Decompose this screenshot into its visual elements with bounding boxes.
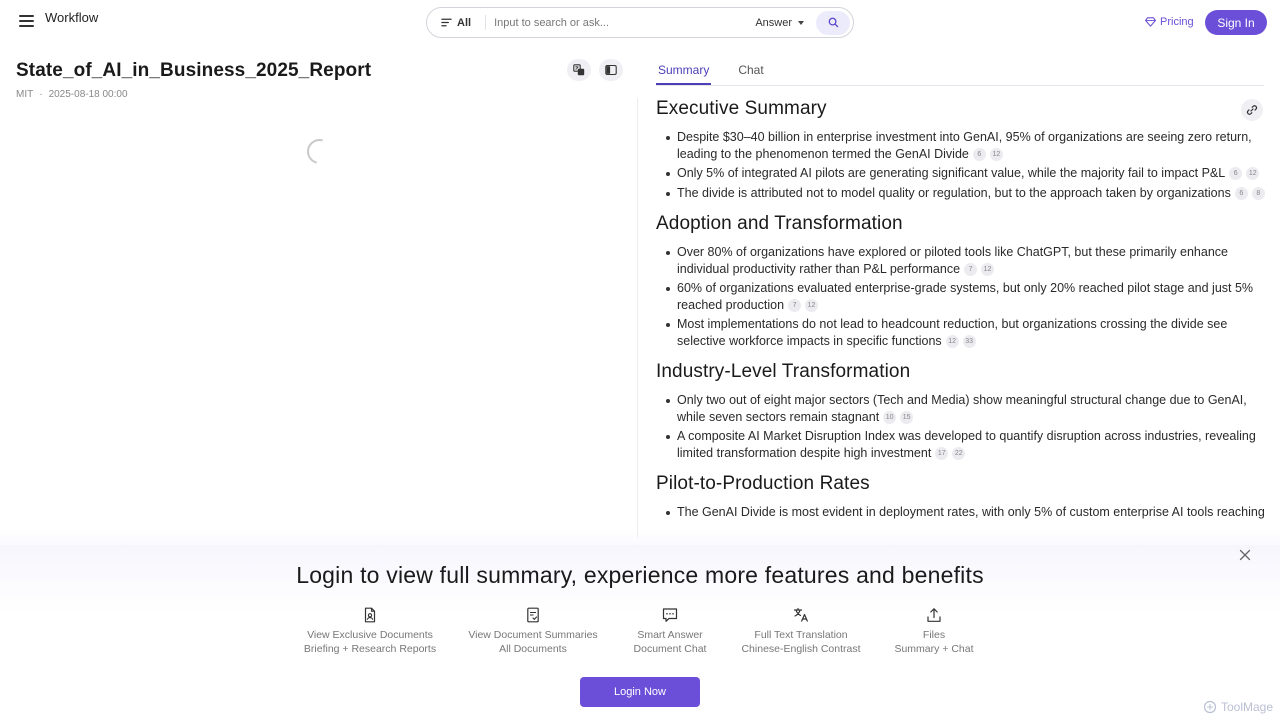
bullet-list: Over 80% of organizations have explored … [656, 244, 1266, 349]
caret-down-icon [798, 20, 804, 25]
feature-title: Files [922, 629, 946, 641]
bullet-text: The divide is attributed not to model qu… [677, 185, 1231, 200]
feature-item: View Document Summaries All Documents [453, 607, 613, 656]
list-item: Despite $30–40 billion in enterprise inv… [656, 129, 1266, 162]
layout-toggle-button[interactable] [599, 59, 623, 81]
meta-separator: · [39, 89, 43, 100]
search-scope-selector[interactable]: All [427, 15, 487, 30]
translate-icon [793, 607, 809, 622]
list-item: Most implementations do not lead to head… [656, 316, 1266, 349]
citation-badge[interactable]: 22 [952, 446, 966, 460]
citation-badge[interactable]: 6 [1229, 167, 1243, 180]
sign-in-button[interactable]: Sign In [1205, 10, 1267, 35]
citation-badge[interactable]: 10 [883, 410, 897, 424]
watermark-logo-icon [1203, 700, 1217, 714]
tab-chat[interactable]: Chat [736, 58, 765, 85]
search-button[interactable] [816, 10, 850, 35]
tab-bar: Summary Chat [656, 58, 1264, 86]
pricing-label: Pricing [1160, 16, 1194, 28]
citation-badge[interactable]: 12 [805, 298, 819, 312]
document-title: State_of_AI_in_Business_2025_Report [16, 60, 372, 81]
list-item: Over 80% of organizations have explored … [656, 244, 1266, 277]
citation-badge[interactable]: 6 [972, 147, 986, 161]
bullet-text: A composite AI Market Disruption Index w… [677, 429, 1256, 460]
list-item: 60% of organizations evaluated enterpris… [656, 280, 1266, 313]
citation-badge[interactable]: 7 [964, 262, 978, 276]
summary-content: Executive Summary Despite $30–40 billion… [656, 96, 1266, 530]
logo-alt-text: Workflow [45, 10, 99, 25]
translate-icon [573, 64, 585, 76]
login-now-button[interactable]: Login Now [580, 677, 700, 707]
citation-badge[interactable]: 8 [1251, 186, 1265, 200]
citation-badge[interactable]: 12 [1246, 167, 1260, 180]
citation-badge[interactable]: 15 [900, 410, 914, 424]
citation-badge[interactable]: 7 [788, 298, 802, 312]
section-title: Executive Summary [656, 98, 827, 119]
answer-mode-dropdown[interactable]: Answer [755, 17, 804, 29]
document-source: MIT [16, 89, 34, 100]
sidebar-toggle-icon [605, 64, 617, 76]
section-title: Pilot-to-Production Rates [656, 473, 870, 494]
bullet-text: Only 5% of integrated AI pilots are gene… [677, 166, 1226, 180]
feature-subtitle: All Documents [499, 642, 567, 655]
bullet-list: Only two out of eight major sectors (Tec… [656, 392, 1266, 461]
watermark: ToolMage [1203, 700, 1273, 714]
search-scope-label: All [457, 16, 472, 29]
answer-mode-label: Answer [755, 16, 792, 29]
bullet-list: Despite $30–40 billion in enterprise inv… [656, 129, 1266, 201]
chat-icon [662, 608, 678, 622]
citation-badge[interactable]: 6 [1234, 186, 1248, 200]
feature-item: Files Summary + Chat [854, 607, 1014, 656]
menu-icon[interactable] [19, 15, 34, 28]
bullet-text: Despite $30–40 billion in enterprise inv… [677, 130, 1252, 161]
feature-list: View Exclusive Documents Briefing + Rese… [290, 607, 1010, 663]
search-bar: All Answer [426, 7, 854, 38]
document-date: 2025-08-18 00:00 [48, 89, 128, 100]
bullet-text: Over 80% of organizations have explored … [677, 245, 1228, 276]
section-title: Industry-Level Transformation [656, 361, 911, 382]
document-icon [364, 607, 376, 623]
pricing-link[interactable]: Pricing [1145, 16, 1194, 28]
watermark-text: ToolMage [1221, 700, 1274, 714]
tab-summary[interactable]: Summary [656, 58, 712, 85]
citation-badge[interactable]: 12 [981, 262, 995, 276]
list-item: The GenAI Divide is most evident in depl… [656, 504, 1266, 521]
feature-subtitle: Summary + Chat [894, 642, 974, 655]
pane-divider[interactable] [637, 98, 638, 538]
citation-badge[interactable]: 33 [962, 334, 976, 348]
document-meta: MIT · 2025-08-18 00:00 [16, 89, 128, 100]
citation-badge[interactable]: 12 [945, 334, 959, 348]
filter-lines-icon [441, 18, 452, 27]
promo-title: Login to view full summary, experience m… [296, 562, 984, 588]
bullet-text: 60% of organizations evaluated enterpris… [677, 281, 1254, 312]
search-input[interactable] [494, 16, 745, 29]
checklist-icon [527, 607, 539, 623]
logo[interactable]: Workflow [45, 10, 98, 25]
bullet-text: The GenAI Divide is most evident in depl… [677, 505, 1265, 519]
search-icon [828, 17, 838, 28]
diamond-icon [1145, 17, 1156, 27]
translate-toggle-button[interactable] [567, 59, 591, 81]
upload-icon [927, 608, 941, 622]
section-title: Adoption and Transformation [656, 213, 903, 234]
list-item: Only 5% of integrated AI pilots are gene… [656, 165, 1266, 182]
citation-badge[interactable]: 17 [935, 446, 949, 460]
loading-spinner-icon [302, 134, 337, 169]
bullet-list: The GenAI Divide is most evident in depl… [656, 504, 1266, 521]
list-item: The divide is attributed not to model qu… [656, 185, 1266, 202]
feature-title: View Exclusive Documents [307, 629, 433, 641]
close-icon[interactable] [1238, 548, 1252, 562]
list-item: Only two out of eight major sectors (Tec… [656, 392, 1266, 425]
list-item: A composite AI Market Disruption Index w… [656, 428, 1266, 461]
citation-badge[interactable]: 12 [989, 147, 1003, 161]
feature-title: View Document Summaries [468, 629, 598, 641]
bullet-text: Only two out of eight major sectors (Tec… [677, 393, 1247, 424]
feature-item: View Exclusive Documents Briefing + Rese… [290, 607, 450, 656]
feature-subtitle: Briefing + Research Reports [303, 642, 437, 655]
